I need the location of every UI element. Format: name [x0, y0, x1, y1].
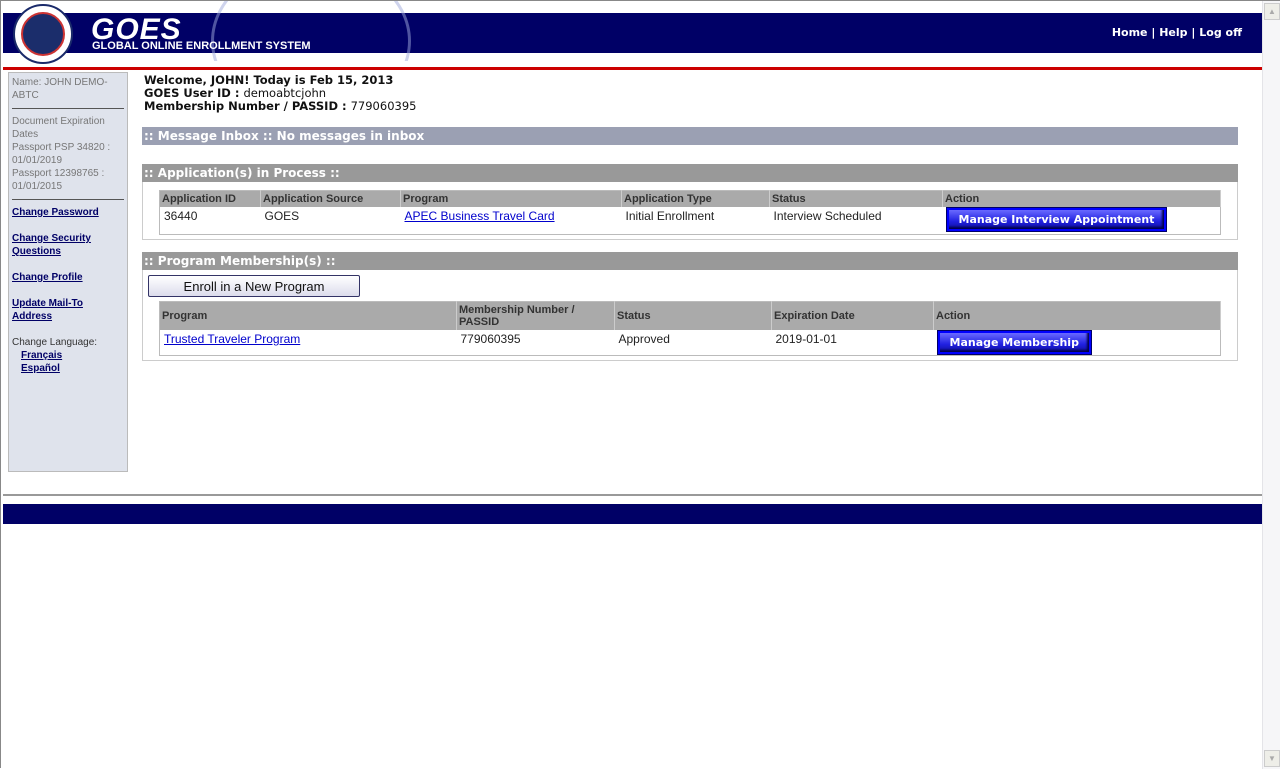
goes-logo-subtitle: GLOBAL ONLINE ENROLLMENT SYSTEM	[92, 40, 311, 52]
application-id: 36440	[164, 209, 198, 223]
top-nav: Home | Help | Log off	[1112, 26, 1242, 39]
applications-panel: Application ID Application Source Progra…	[142, 182, 1238, 240]
column-header: Action	[942, 190, 1221, 207]
column-header: Expiration Date	[771, 301, 934, 330]
memberships-header: :: Program Membership(s) ::	[142, 252, 1238, 270]
francais-link[interactable]: Français	[21, 349, 124, 362]
header-divider	[3, 67, 1263, 70]
user-name: Name: JOHN DEMO-ABTC	[12, 77, 108, 101]
memberships-table: Program Membership Number / PASSID Statu…	[159, 301, 1221, 356]
message-inbox-header: :: Message Inbox :: No messages in inbox	[142, 127, 1238, 145]
application-type: Initial Enrollment	[625, 209, 715, 223]
divider	[12, 108, 124, 109]
applications-header: :: Application(s) in Process ::	[142, 164, 1238, 182]
divider	[12, 199, 124, 200]
membership-number: 779060395	[460, 332, 521, 346]
header-strip	[471, 53, 1263, 67]
column-header: Application Source	[260, 190, 401, 207]
update-mail-to-address-link[interactable]: Update Mail-To Address	[12, 297, 124, 323]
nav-separator: |	[1191, 26, 1196, 39]
vertical-scrollbar[interactable]: ▲ ▼	[1262, 1, 1280, 769]
welcome-block: Welcome, JOHN! Today is Feb 15, 2013 GOE…	[142, 74, 1238, 113]
footer-banner	[3, 504, 1263, 524]
scroll-up-arrow-icon[interactable]: ▲	[1264, 3, 1280, 20]
sidebar: Name: JOHN DEMO-ABTC Document Expiration…	[8, 72, 128, 472]
column-header: Application ID	[159, 190, 261, 207]
change-profile-link[interactable]: Change Profile	[12, 271, 124, 284]
nav-separator: |	[1151, 26, 1156, 39]
passid-label: Membership Number / PASSID :	[144, 99, 347, 113]
expiration-date: 2019-01-01	[775, 332, 837, 346]
language-section: Change Language: Français Español	[12, 336, 124, 375]
help-link[interactable]: Help	[1159, 26, 1187, 39]
program-link[interactable]: APEC Business Travel Card	[405, 209, 555, 223]
change-password-link[interactable]: Change Password	[12, 206, 124, 219]
program-link[interactable]: Trusted Traveler Program	[164, 332, 300, 346]
memberships-panel: Enroll in a New Program Program Membersh…	[142, 270, 1238, 361]
dhs-seal-logo	[13, 4, 73, 64]
doc-item: Passport 12398765 : 01/01/2015	[12, 168, 105, 192]
applications-table: Application ID Application Source Progra…	[159, 190, 1221, 235]
language-label: Change Language:	[12, 337, 98, 348]
main-content: Welcome, JOHN! Today is Feb 15, 2013 GOE…	[142, 74, 1238, 361]
application-status: Interview Scheduled	[773, 209, 882, 223]
column-header: Program	[400, 190, 622, 207]
column-header: Status	[769, 190, 943, 207]
scroll-down-arrow-icon[interactable]: ▼	[1264, 750, 1280, 767]
home-link[interactable]: Home	[1112, 26, 1148, 39]
membership-status: Approved	[618, 332, 670, 346]
userid-label: GOES User ID :	[144, 86, 240, 100]
doc-expiration-title: Document Expiration Dates	[12, 116, 105, 140]
logoff-link[interactable]: Log off	[1199, 26, 1242, 39]
column-header: Action	[933, 301, 1221, 330]
passid-value: 779060395	[350, 99, 417, 113]
manage-interview-appointment-button[interactable]: Manage Interview Appointment	[945, 207, 1168, 232]
table-row: 36440 GOES APEC Business Travel Card Ini…	[160, 207, 1221, 235]
table-row: Trusted Traveler Program 779060395 Appro…	[160, 330, 1221, 356]
userid-value: demoabtcjohn	[243, 86, 327, 100]
doc-item: Passport PSP 34820 : 01/01/2019	[12, 142, 111, 166]
enroll-new-program-button[interactable]: Enroll in a New Program	[148, 275, 360, 297]
footer-divider	[3, 494, 1263, 496]
column-header: Membership Number / PASSID	[456, 301, 615, 330]
column-header: Application Type	[621, 190, 770, 207]
espanol-link[interactable]: Español	[21, 362, 124, 375]
column-header: Program	[159, 301, 457, 330]
column-header: Status	[614, 301, 772, 330]
manage-membership-button[interactable]: Manage Membership	[936, 330, 1092, 355]
application-source: GOES	[264, 209, 300, 223]
change-security-questions-link[interactable]: Change Security Questions	[12, 232, 124, 258]
